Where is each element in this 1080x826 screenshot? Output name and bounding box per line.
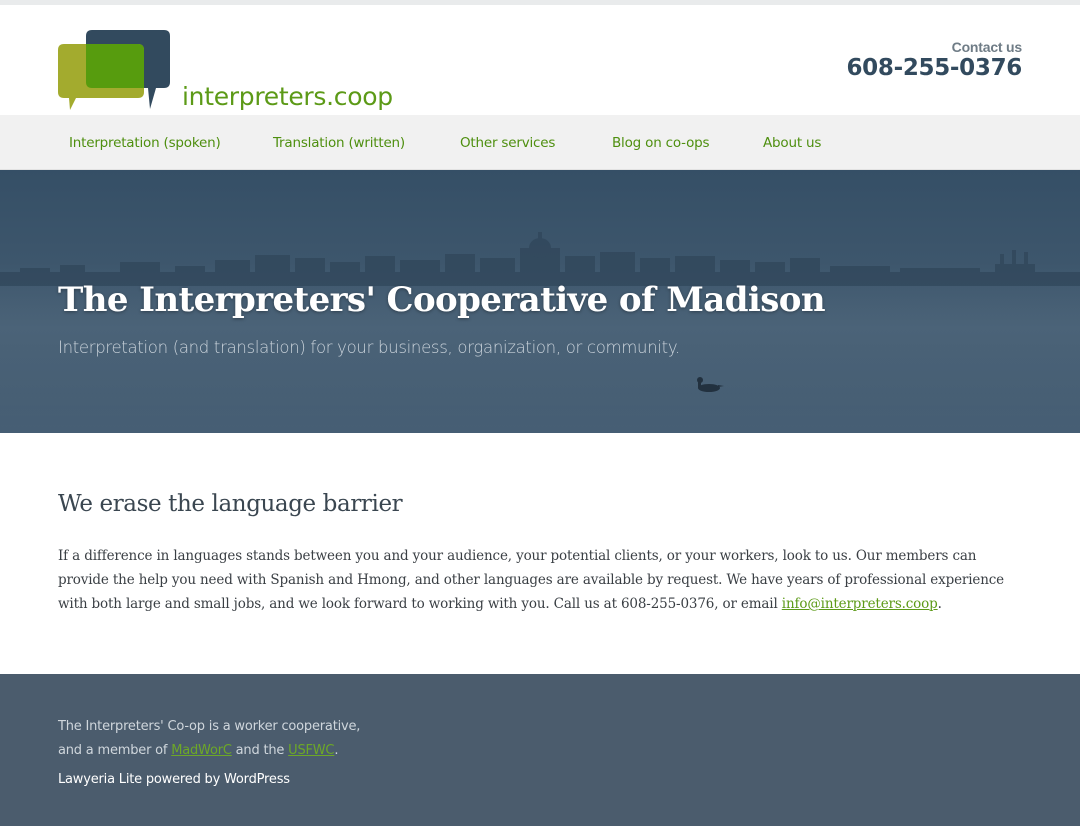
footer-membership-text: and a member of MadWorC and the USFWC. (58, 743, 338, 758)
intro-paragraph: If a difference in languages stands betw… (58, 544, 1028, 616)
section-heading: We erase the language barrier (58, 491, 403, 517)
main-content: We erase the language barrier If a diffe… (0, 433, 1080, 674)
email-link[interactable]: info@interpreters.coop (782, 596, 938, 612)
footer-text: . (334, 743, 339, 758)
contact-us-link[interactable]: Contact us (846, 39, 1023, 55)
phone-number[interactable]: 608-255-0376 (846, 55, 1022, 81)
nav-item-interpretation[interactable]: Interpretation (spoken) (69, 135, 221, 151)
site-footer: The Interpreters' Co-op is a worker coop… (0, 674, 1080, 826)
footer-credit-link[interactable]: Lawyeria Lite powered by WordPress (58, 772, 290, 787)
madworc-link[interactable]: MadWorC (171, 743, 232, 758)
hero-banner: The Interpreters' Cooperative of Madison… (0, 170, 1080, 433)
nav-item-about[interactable]: About us (763, 135, 821, 151)
logo-wordmark: interpreters.coop (182, 82, 393, 111)
nav-item-translation[interactable]: Translation (written) (273, 135, 405, 151)
footer-cooperative-text: The Interpreters' Co-op is a worker coop… (58, 719, 361, 734)
nav-item-blog[interactable]: Blog on co-ops (612, 135, 710, 151)
usfwc-link[interactable]: USFWC (288, 743, 334, 758)
hero-title: The Interpreters' Cooperative of Madison (58, 280, 826, 320)
nav-item-other-services[interactable]: Other services (460, 135, 555, 151)
contact-block: Contact us 608-255-0376 (846, 39, 1022, 81)
footer-text: and a member of (58, 743, 172, 758)
intro-text-end: . (937, 596, 942, 612)
site-header: interpreters.coop Contact us 608-255-037… (0, 5, 1080, 115)
main-nav: Interpretation (spoken) Translation (wri… (0, 115, 1080, 170)
speech-bubbles-icon (58, 30, 170, 110)
footer-text: and the (231, 743, 289, 758)
hero-subtitle: Interpretation (and translation) for you… (58, 338, 680, 357)
site-logo[interactable]: interpreters.coop (58, 30, 398, 115)
